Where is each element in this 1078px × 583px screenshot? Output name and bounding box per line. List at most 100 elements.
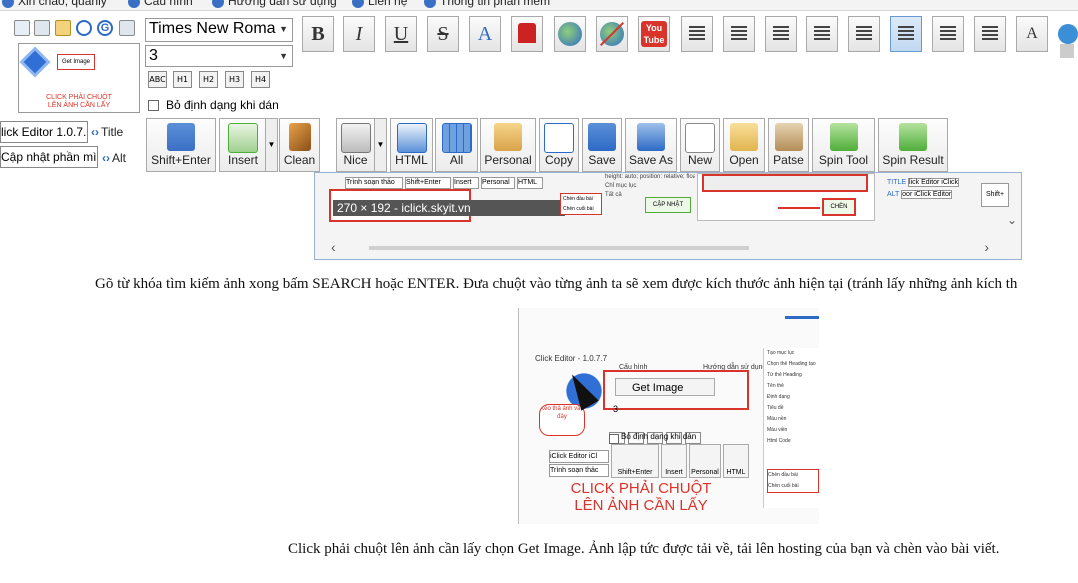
shift-enter-button[interactable]: Shift+Enter — [146, 118, 216, 172]
h4-button[interactable]: H4 — [251, 71, 270, 88]
screenshot-icon[interactable] — [14, 20, 30, 36]
shot2-side-3: Từ thẻ Heading — [767, 372, 802, 378]
shot2-side-6: Tiêu đề — [767, 405, 784, 411]
h1-button[interactable]: H1 — [173, 71, 192, 88]
bold-button[interactable]: B — [302, 16, 334, 52]
link-button[interactable] — [554, 16, 586, 52]
underline-icon: U — [393, 23, 409, 45]
clock-icon[interactable] — [76, 20, 92, 36]
shot2-caption-1: CLICK PHẢI CHUỘT — [570, 480, 712, 497]
save-as-button[interactable]: Save As — [625, 118, 677, 172]
spin-tool-button[interactable]: Spin Tool — [812, 118, 875, 172]
align-right-button[interactable] — [806, 16, 838, 52]
menu-settings-label: Cấu hình — [144, 0, 193, 8]
shot2-side-checks: Chèn đầu bài Chèn cuối bài — [767, 469, 819, 493]
folder-icon[interactable] — [55, 20, 71, 36]
personal-button[interactable]: Personal — [480, 118, 536, 172]
tutorial-screenshot-2: Click Editor - 1.0.7.7 Cấu hình Hướng dẫ… — [518, 308, 819, 524]
paste-button[interactable]: Patse — [768, 118, 809, 172]
select-all-button[interactable]: All — [435, 118, 478, 172]
html-button[interactable]: HTML — [390, 118, 433, 172]
paragraph-search-instructions: Gõ từ khóa tìm kiếm ảnh xong bấm SEARCH … — [95, 276, 1018, 292]
italic-button[interactable]: I — [343, 16, 375, 52]
title-field[interactable]: lick Editor 1.0.7.9 — [0, 121, 88, 143]
shift-enter-label: Shift+Enter — [151, 153, 211, 167]
clean-label: Clean — [283, 153, 316, 167]
floppy-disk-icon — [588, 123, 616, 151]
save-as-label: Save As — [628, 153, 674, 167]
youtube-button[interactable]: You Tube — [638, 16, 670, 52]
spin-result-button[interactable]: Spin Result — [878, 118, 948, 172]
nice-button[interactable]: Nice — [336, 118, 375, 172]
nice-label: Nice — [343, 153, 368, 167]
menu-settings[interactable]: Cấu hình — [128, 0, 193, 8]
shot2-side-11: Chèn cuối bài — [768, 483, 799, 489]
shot2-side-7: Màu nền — [767, 416, 787, 422]
align-left-button[interactable] — [765, 16, 797, 52]
align-center-button[interactable] — [890, 16, 922, 52]
copy-icon — [544, 123, 574, 153]
youtube-bottom-text: Tube — [643, 35, 665, 45]
add-button[interactable] — [1058, 24, 1078, 44]
align-left-icon — [773, 26, 789, 42]
gallery-icon[interactable] — [119, 20, 135, 36]
personal-folder-icon — [494, 123, 522, 151]
unordered-list-button[interactable] — [723, 16, 755, 52]
insert-button[interactable]: Insert — [219, 118, 267, 172]
shot1-code-text: height: auto; position: relative; float: — [605, 174, 695, 180]
spin-tool-label: Spin Tool — [818, 153, 869, 167]
shot1-preview-panel: CHÈN — [697, 173, 875, 221]
google-icon[interactable]: G — [97, 20, 113, 36]
save-button[interactable]: Save — [582, 118, 622, 172]
font-size-select[interactable]: 3 ▼ — [145, 45, 293, 67]
uppercase-button[interactable]: ABC — [148, 71, 167, 88]
thumb-caption-1: CLICK PHẢI CHUỘT — [46, 94, 112, 101]
shot1-editor-field: Trình soạn thảo — [345, 177, 403, 189]
thumb-burst — [23, 50, 47, 74]
unordered-list-icon — [731, 26, 747, 42]
shot2-btn-4: HTML — [723, 444, 749, 478]
camera-icon[interactable] — [34, 20, 50, 36]
open-button[interactable]: Open — [723, 118, 765, 172]
clean-button[interactable]: Clean — [279, 118, 320, 172]
fill-color-button[interactable] — [511, 16, 543, 52]
menu-greeting[interactable]: Xin chào, quanly — [2, 0, 107, 8]
strip-format-checkbox[interactable] — [148, 100, 159, 111]
outdent-button[interactable] — [974, 16, 1006, 52]
shot2-side-4: Tên thẻ — [767, 383, 784, 389]
font-family-select[interactable]: Times New Roma ▼ — [145, 18, 293, 42]
new-button[interactable]: New — [680, 118, 720, 172]
shot2-btn-2: Insert — [661, 444, 687, 478]
menu-help[interactable]: Hướng dẫn sử dụng — [212, 0, 337, 8]
justify-button[interactable] — [848, 16, 880, 52]
shot2-drop-bubble: Kéo thả ảnh vào đây — [539, 404, 585, 436]
info-icon — [424, 0, 436, 8]
h2-button[interactable]: H2 — [199, 71, 218, 88]
insert-dropdown[interactable]: ▼ — [265, 118, 278, 172]
shot2-field-2: Trình soạn thảc — [549, 464, 609, 477]
menu-contact[interactable]: Liên hệ — [352, 0, 407, 8]
unlink-button[interactable] — [596, 16, 628, 52]
shot2-font-size: 3 — [613, 404, 619, 414]
youtube-icon: You Tube — [641, 21, 667, 47]
help-icon — [212, 0, 224, 8]
copy-button[interactable]: Copy — [539, 118, 579, 172]
image-thumbnail[interactable]: Get Image CLICK PHẢI CHUỘT LÊN ẢNH CẦN L… — [18, 43, 140, 113]
shot1-alt-row: ALT oor iClick Editor — [887, 189, 979, 201]
font-color-button[interactable]: A — [469, 16, 501, 52]
resize-handle[interactable] — [1060, 44, 1074, 58]
ordered-list-button[interactable] — [681, 16, 713, 52]
alt-field[interactable]: Cập nhật phần mì — [0, 146, 98, 168]
menu-about[interactable]: Thông tin phần mềm — [424, 0, 550, 8]
underline-button[interactable]: U — [385, 16, 417, 52]
text-size-button[interactable]: A — [1016, 16, 1048, 52]
strikethrough-button[interactable]: S — [427, 16, 459, 52]
shot2-btn-3: Personal — [689, 444, 721, 478]
alt-button[interactable]: ‹› Alt — [102, 147, 126, 169]
h3-button[interactable]: H3 — [225, 71, 244, 88]
nice-dropdown[interactable]: ▼ — [374, 118, 387, 172]
title-button[interactable]: ‹› Title — [91, 121, 123, 143]
shot2-side-10: Chèn đầu bài — [768, 472, 798, 478]
indent-button[interactable] — [932, 16, 964, 52]
alt-button-label: Alt — [112, 151, 127, 165]
